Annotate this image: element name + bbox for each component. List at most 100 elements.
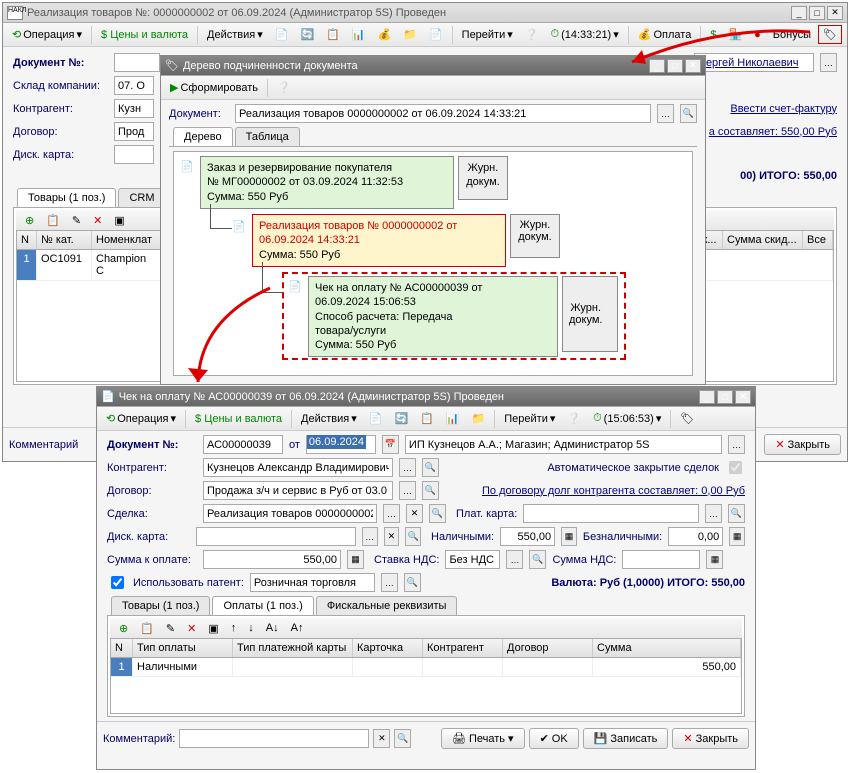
tb-icon[interactable]: 🏷 <box>675 409 699 428</box>
dots-button[interactable]: … <box>506 550 523 569</box>
tab-crm[interactable]: CRM <box>118 188 165 207</box>
disk-input[interactable] <box>196 527 356 546</box>
tab-goods[interactable]: Товары (1 поз.) <box>111 596 210 615</box>
close-icon[interactable]: ✕ <box>735 390 751 404</box>
gh-type[interactable]: Тип оплаты <box>133 639 233 657</box>
lens-icon[interactable]: 🔍 <box>405 527 421 546</box>
calc-icon[interactable]: ▦ <box>561 527 577 546</box>
lens-icon[interactable]: 🔍 <box>404 573 421 592</box>
maximize-icon[interactable]: □ <box>717 390 733 404</box>
tab-tree[interactable]: Дерево <box>173 127 233 146</box>
plat-input[interactable] <box>523 504 699 523</box>
date-input[interactable]: 06.09.2024 <box>306 435 376 454</box>
gh-kont[interactable]: Контрагент <box>423 639 503 657</box>
kont-input[interactable] <box>203 458 393 477</box>
dots-button[interactable]: … <box>362 527 378 546</box>
disk-input[interactable] <box>114 145 154 164</box>
tb-icon[interactable]: 📄 <box>424 25 448 44</box>
close-icon[interactable]: ✕ <box>685 59 701 73</box>
prices-button[interactable]: $ Цены и валюта <box>96 26 193 44</box>
gh-n[interactable]: N <box>111 639 133 657</box>
tb-icon[interactable]: 📊 <box>347 25 371 44</box>
lens-icon[interactable]: 🔍 <box>422 481 439 500</box>
minimize-icon[interactable]: _ <box>649 59 665 73</box>
cash-input[interactable] <box>500 527 555 546</box>
edit-icon[interactable]: ✎ <box>67 211 86 230</box>
gh-dog[interactable]: Договор <box>503 639 593 657</box>
dots-button[interactable]: … <box>399 458 416 477</box>
close-button[interactable]: ✕ Закрыть <box>764 434 841 455</box>
dots-button[interactable]: … <box>399 481 416 500</box>
calc-icon[interactable]: ▦ <box>706 550 723 569</box>
goto-menu[interactable]: Перейти ▾ <box>499 409 560 428</box>
docno-input[interactable] <box>203 435 283 454</box>
lens-icon[interactable]: 🔍 <box>394 729 411 748</box>
cal-icon[interactable]: 📅 <box>382 435 399 454</box>
delete-icon[interactable]: ✕ <box>88 211 107 230</box>
operation-menu[interactable]: ⟲Операция ▾ <box>7 25 87 44</box>
tab-table[interactable]: Таблица <box>235 127 300 146</box>
sum-input[interactable] <box>203 550 341 569</box>
minimize-icon[interactable]: _ <box>699 390 715 404</box>
gh-card[interactable]: Тип платежной карты <box>233 639 353 657</box>
dog-input[interactable] <box>114 122 154 141</box>
dots-button[interactable]: … <box>657 104 674 123</box>
comment-input[interactable] <box>179 729 369 748</box>
noncash-input[interactable] <box>668 527 723 546</box>
author-input[interactable] <box>694 53 814 72</box>
tb-icon[interactable]: 📊 <box>441 409 465 428</box>
actions-menu[interactable]: Действия ▾ <box>202 25 268 44</box>
tb-icon[interactable]: 📁 <box>398 25 422 44</box>
tb-icon[interactable]: 📋 <box>321 25 345 44</box>
tb-icon[interactable]: ▣ <box>109 211 129 230</box>
payment-button[interactable]: 💰Оплата <box>633 25 697 44</box>
close-icon[interactable]: ✕ <box>827 6 843 20</box>
help-icon[interactable]: ❔ <box>272 78 296 97</box>
gh-sum[interactable]: Сумма <box>593 639 741 657</box>
tb-icon[interactable]: 📄 <box>364 409 388 428</box>
patent-input[interactable] <box>250 573 375 592</box>
operation-menu[interactable]: ⟲Операция ▾ <box>101 409 181 428</box>
org-input[interactable] <box>405 435 722 454</box>
tree-button[interactable]: 🏷 <box>818 25 842 44</box>
lens-icon[interactable]: 🔍 <box>728 504 745 523</box>
clear-icon[interactable]: ✕ <box>384 527 400 546</box>
help-icon[interactable]: ❔ <box>562 409 586 428</box>
goto-menu[interactable]: Перейти ▾ <box>457 25 518 44</box>
bonus-button[interactable]: Бонусы <box>768 26 816 44</box>
gh-cat[interactable]: № кат. <box>37 231 92 249</box>
doc-input[interactable] <box>235 104 651 123</box>
tree-node-check[interactable]: Чек на оплату № АС00000039 от 06.09.2024… <box>308 276 558 357</box>
debt-link[interactable]: По договору долг контрагента составляет:… <box>482 485 745 497</box>
vatsum-input[interactable] <box>622 550 700 569</box>
docno-input[interactable] <box>114 53 160 72</box>
gh-sum[interactable]: Сумма скид... <box>723 231 803 249</box>
tb-icon[interactable]: ● <box>749 26 766 44</box>
tb-icon[interactable]: 📁 <box>467 409 491 428</box>
dots-button[interactable]: … <box>705 504 722 523</box>
copy-icon[interactable]: 📋 <box>41 211 65 230</box>
tab-goods[interactable]: Товары (1 поз.) <box>17 188 116 207</box>
tb-icon[interactable]: 💰 <box>373 25 397 44</box>
gh-n[interactable]: N <box>17 231 37 249</box>
delete-icon[interactable]: ✕ <box>182 619 201 638</box>
tb-icon[interactable]: 📋 <box>415 409 439 428</box>
clear-icon[interactable]: ✕ <box>406 504 423 523</box>
tab-payments[interactable]: Оплаты (1 поз.) <box>212 596 313 615</box>
tb-icon[interactable]: 📄 <box>270 25 294 44</box>
minimize-icon[interactable]: _ <box>791 6 807 20</box>
dots-button[interactable]: … <box>381 573 398 592</box>
down-icon[interactable]: ↓ <box>243 619 259 637</box>
gh-kart[interactable]: Карточка <box>353 639 423 657</box>
tree-node-sale[interactable]: Реализация товаров № 0000000002 от 06.09… <box>252 214 506 267</box>
maximize-icon[interactable]: □ <box>809 6 825 20</box>
sklad-input[interactable] <box>114 76 154 95</box>
journal-button[interactable]: Журн.докум. <box>562 276 618 352</box>
sort-icon[interactable]: A↓ <box>261 619 284 637</box>
dog-input[interactable] <box>203 481 393 500</box>
actions-menu[interactable]: Действия ▾ <box>296 409 362 428</box>
journal-button[interactable]: Журн.докум. <box>510 214 560 258</box>
sort-icon[interactable]: A↑ <box>286 619 309 637</box>
debt-link[interactable]: а составляет: 550,00 Руб <box>709 126 837 138</box>
calc-icon[interactable]: ▦ <box>347 550 364 569</box>
